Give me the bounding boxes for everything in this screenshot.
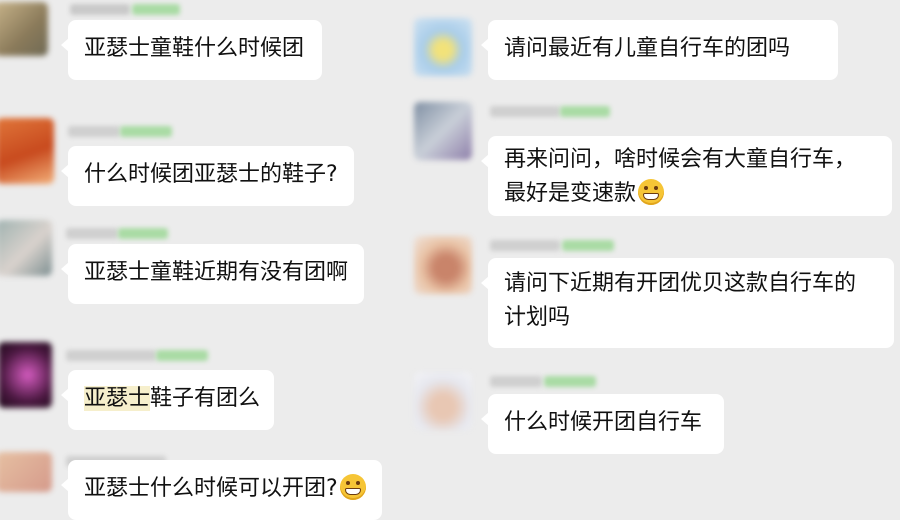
message-text: 请问最近有儿童自行车的团吗 xyxy=(504,36,791,61)
avatar[interactable] xyxy=(414,372,472,430)
chat-message-bubble[interactable]: 什么时候团亚瑟士的鞋子? xyxy=(61,146,354,206)
grinning-face-emoji-icon xyxy=(339,474,366,500)
sender-tag-blurred xyxy=(562,240,614,251)
message-text-line: 再来问问，啥时候会有大童自行车， xyxy=(504,147,857,172)
avatar[interactable] xyxy=(0,220,52,276)
sender-name-blurred xyxy=(490,106,560,117)
chat-message-bubble[interactable]: 什么时候开团自行车 xyxy=(481,394,724,454)
avatar[interactable] xyxy=(0,452,52,492)
sender-tag-blurred xyxy=(118,228,168,239)
sender-tag-blurred xyxy=(560,106,610,117)
chat-message-bubble[interactable]: 亚瑟士童鞋什么时候团 xyxy=(61,20,322,80)
avatar[interactable] xyxy=(414,236,472,294)
sender-name-blurred xyxy=(490,376,542,387)
sender-tag-blurred xyxy=(132,4,180,15)
sender-name-blurred xyxy=(66,228,118,239)
avatar[interactable] xyxy=(0,2,48,56)
sender-name-blurred xyxy=(490,240,560,251)
chat-message-bubble[interactable]: 再来问问，啥时候会有大童自行车， 最好是变速款 xyxy=(481,136,892,216)
sender-name-blurred xyxy=(66,350,156,361)
chat-message-bubble[interactable]: 请问最近有儿童自行车的团吗 xyxy=(481,20,838,80)
chat-message-bubble[interactable]: 亚瑟士童鞋近期有没有团啊 xyxy=(61,244,364,304)
avatar[interactable] xyxy=(414,18,472,76)
sender-name-blurred xyxy=(70,4,130,15)
sender-name-blurred xyxy=(68,126,120,137)
message-text: 鞋子有团么 xyxy=(150,386,261,411)
chat-message-bubble[interactable]: 亚瑟士鞋子有团么 xyxy=(61,370,274,430)
message-text: 什么时候开团自行车 xyxy=(504,410,703,435)
avatar[interactable] xyxy=(0,118,54,184)
sender-tag-blurred xyxy=(120,126,172,137)
highlighted-text: 亚瑟士 xyxy=(84,386,151,411)
message-text: 什么时候团亚瑟士的鞋子? xyxy=(84,162,338,187)
chat-message-bubble[interactable]: 请问下近期有开团优贝这款自行车的 计划吗 xyxy=(481,258,894,348)
avatar[interactable] xyxy=(0,342,52,408)
grinning-face-emoji-icon xyxy=(638,179,665,205)
message-text: 亚瑟士童鞋近期有没有团啊 xyxy=(84,260,349,285)
avatar[interactable] xyxy=(414,102,472,160)
message-text: 亚瑟士童鞋什么时候团 xyxy=(84,36,305,61)
sender-tag-blurred xyxy=(544,376,596,387)
chat-message-bubble[interactable]: 亚瑟士什么时候可以开团? xyxy=(61,460,382,520)
message-text-line: 请问下近期有开团优贝这款自行车的 xyxy=(504,271,857,296)
message-text-line: 计划吗 xyxy=(504,305,571,330)
message-text: 亚瑟士什么时候可以开团? xyxy=(84,476,338,501)
message-text-line: 最好是变速款 xyxy=(504,181,637,206)
sender-tag-blurred xyxy=(156,350,208,361)
